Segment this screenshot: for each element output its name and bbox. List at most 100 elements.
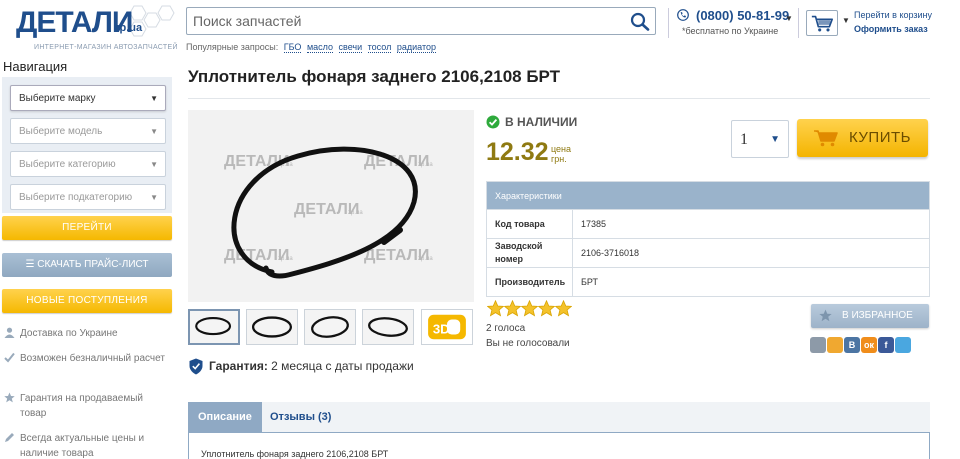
tab-description[interactable]: Описание (188, 402, 262, 432)
table-row: Производитель БРТ (487, 267, 929, 296)
thumbnail[interactable] (188, 309, 240, 345)
specs-table: Характеристики Код товара 17385 Заводско… (486, 181, 930, 297)
site-logo[interactable]: ДЕТАЛИ zp.ua ИНТЕРНЕТ-МАГАЗИН АВТОЗАПЧАС… (6, 4, 178, 56)
price-label-1: цена (551, 144, 572, 154)
chevron-down-icon: ▼ (150, 160, 158, 169)
guarantee-info: Гарантия: 2 месяца с даты продажи (209, 359, 414, 373)
star-icon (4, 392, 15, 403)
popular-tag[interactable]: масло (306, 42, 333, 53)
price-label: цена грн. (551, 144, 571, 164)
quantity-select[interactable]: 1 ▼ (731, 120, 789, 158)
thumbnail[interactable] (304, 309, 356, 345)
star-icon[interactable] (555, 300, 572, 317)
star-icon[interactable] (487, 300, 504, 317)
check-circle-icon (486, 115, 500, 129)
add-to-favorites-button[interactable]: В ИЗБРАННОЕ (811, 304, 929, 328)
chevron-down-icon[interactable]: ▼ (842, 16, 850, 25)
rating-stars[interactable] (487, 300, 572, 318)
new-arrivals-button[interactable]: НОВЫЕ ПОСТУПЛЕНИЯ (2, 289, 172, 313)
votes-count: 2 голоса (486, 323, 526, 334)
feature-cashless: Возможен безналичный расчет (4, 351, 172, 366)
buy-button[interactable]: КУПИТЬ (797, 119, 928, 157)
popular-tag[interactable]: ГБО (283, 42, 302, 53)
product-tabs: Описание Отзывы (3) (188, 402, 930, 432)
cart-button[interactable] (806, 10, 838, 36)
price-value: 12.32 (486, 138, 549, 166)
seal-ring-image: ДЕТАЛИ ДЕТАЛИ ДЕТАЛИ ДЕТАЛИ ДЕТАЛИ zp.ua… (224, 146, 433, 279)
star-icon[interactable] (504, 300, 521, 317)
model-select[interactable]: Выберите модель ▼ (10, 118, 166, 144)
odnoklassniki-icon[interactable]: ок (861, 337, 877, 353)
subcategory-select-value: Выберите подкатегорию (19, 192, 133, 203)
popular-tag[interactable]: тосол (367, 42, 392, 53)
feature-text: Доставка по Украине (20, 328, 118, 339)
search-input[interactable] (187, 8, 623, 34)
model-select-value: Выберите модель (19, 126, 103, 137)
specs-header: Характеристики (487, 182, 929, 209)
watermark-domain: zp.ua (418, 256, 433, 262)
shield-icon (189, 358, 203, 375)
chevron-down-icon: ▼ (150, 127, 158, 136)
chevron-down-icon: ▼ (150, 193, 158, 202)
spec-value: 2106-3716018 (581, 248, 640, 258)
thumbnail[interactable] (362, 309, 414, 345)
brand-select[interactable]: Выберите марку ▼ (10, 85, 166, 111)
thumbnail[interactable] (246, 309, 298, 345)
email-icon[interactable] (827, 337, 843, 353)
header-divider (798, 8, 799, 38)
watermark-domain: zp.ua (418, 162, 433, 168)
chevron-down-icon: ▼ (150, 94, 158, 103)
checkout-link[interactable]: Оформить заказ (854, 24, 928, 34)
popular-queries-label: Популярные запросы: (186, 42, 279, 52)
watermark-domain: zp.ua (278, 256, 293, 262)
download-price-list-button[interactable]: ☰ СКАЧАТЬ ПРАЙС-ЛИСТ (2, 253, 172, 277)
stock-status: В НАЛИЧИИ (505, 115, 578, 129)
checkmark-icon (4, 352, 15, 363)
logo-domain: zp.ua (114, 22, 143, 34)
page: ДЕТАЛИ zp.ua ИНТЕРНЕТ-МАГАЗИН АВТОЗАПЧАС… (0, 0, 960, 459)
star-icon[interactable] (521, 300, 538, 317)
spec-key: Код товара (487, 210, 573, 238)
facebook-icon[interactable]: f (878, 337, 894, 353)
tab-panel: Уплотнитель фонаря заднего 2106,2108 БРТ (188, 432, 930, 459)
product-image[interactable]: ДЕТАЛИ ДЕТАЛИ ДЕТАЛИ ДЕТАЛИ ДЕТАЛИ zp.ua… (188, 110, 474, 302)
print-icon[interactable] (810, 337, 826, 353)
page-title: Уплотнитель фонаря заднего 2106,2108 БРТ (188, 67, 561, 86)
nav-title: Навигация (3, 59, 68, 74)
popular-tag[interactable]: свечи (338, 42, 363, 53)
feature-guarantee: Гарантия на продаваемый товар (4, 391, 172, 421)
price-label-2: грн. (551, 154, 567, 164)
thumbnail-3d-label: 3D (433, 322, 450, 337)
phone-number[interactable]: (0800) 50-81-99 (696, 8, 789, 23)
thumbnail-3d[interactable]: 3D (421, 309, 473, 345)
seal-ring-image (368, 317, 408, 337)
popular-queries: Популярные запросы: ГБО масло свечи тосо… (186, 42, 436, 53)
popular-tag[interactable]: радиатор (396, 42, 436, 53)
spec-key: Заводской номер (487, 239, 573, 267)
guarantee-text: 2 месяца с даты продажи (271, 359, 414, 373)
chevron-down-icon[interactable]: ▼ (785, 14, 793, 23)
tab-reviews[interactable]: Отзывы (3) (260, 402, 341, 432)
share-buttons: Вок f (810, 337, 912, 354)
user-icon (4, 327, 15, 338)
vk-icon[interactable]: В (844, 337, 860, 353)
star-icon[interactable] (538, 300, 555, 317)
watermark-domain: zp.ua (348, 210, 363, 216)
phone-icon (677, 9, 689, 21)
subcategory-select[interactable]: Выберите подкатегорию ▼ (10, 184, 166, 210)
chevron-down-icon: ▼ (770, 134, 780, 145)
table-row: Код товара 17385 (487, 209, 929, 238)
search-box (186, 7, 656, 35)
favorites-label: В ИЗБРАННОЕ (842, 310, 913, 321)
go-button[interactable]: ПЕРЕЙТИ (2, 216, 172, 240)
cart-icon (814, 130, 838, 147)
twitter-icon[interactable] (895, 337, 911, 353)
category-select[interactable]: Выберите категорию ▼ (10, 151, 166, 177)
seal-ring-image (195, 317, 232, 336)
guarantee-label: Гарантия: (209, 359, 268, 373)
spec-key: Производитель (487, 268, 573, 296)
feature-text: Гарантия на продаваемый товар (20, 393, 143, 419)
cart-link[interactable]: Перейти в корзину (854, 10, 932, 20)
search-icon[interactable] (629, 11, 651, 31)
quantity-value: 1 (740, 131, 748, 148)
